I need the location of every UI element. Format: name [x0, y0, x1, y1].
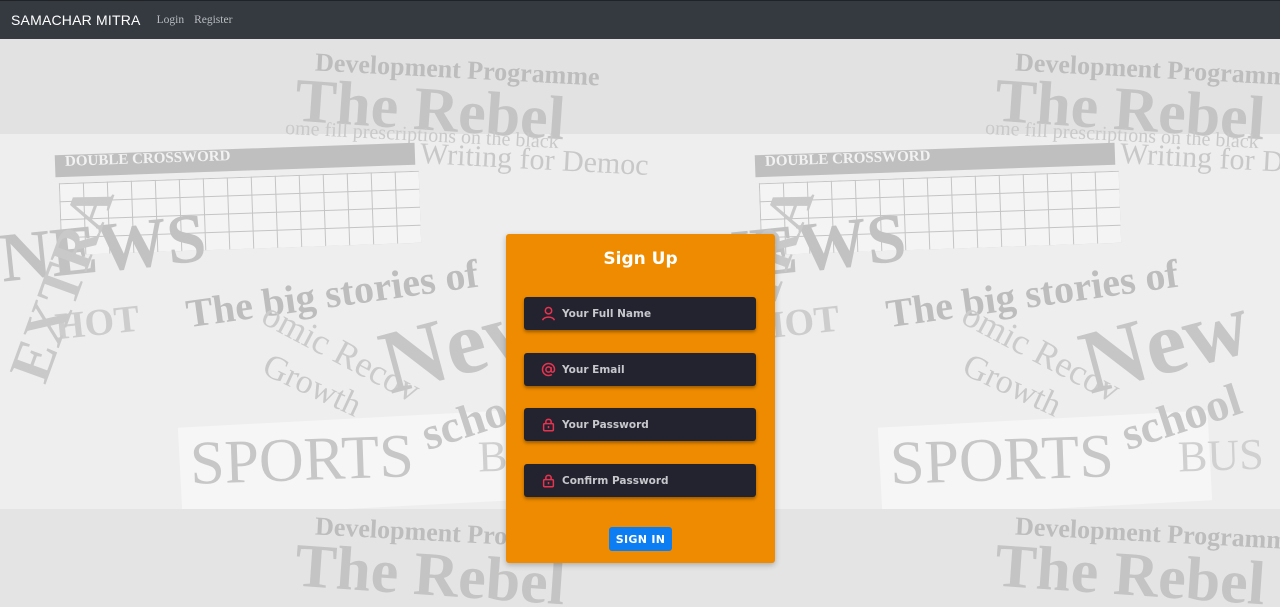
user-icon: [540, 306, 556, 322]
confirm-password-input[interactable]: [562, 474, 742, 487]
nav-login-link[interactable]: Login: [157, 14, 184, 26]
signup-title: Sign Up: [603, 249, 678, 269]
password-field[interactable]: [524, 408, 756, 441]
lock-icon: [540, 473, 556, 489]
background-headline: Writing for Democ: [1119, 137, 1280, 182]
email-input[interactable]: [562, 363, 742, 376]
background-headline: SPORTS: [888, 422, 1115, 498]
sign-in-button[interactable]: SIGN IN: [609, 527, 672, 551]
top-navbar: SAMACHAR MITRA Login Register: [0, 0, 1280, 39]
brand-logo-text[interactable]: SAMACHAR MITRA: [11, 12, 141, 28]
nav-register-link[interactable]: Register: [194, 14, 232, 26]
background-headline: Writing for Democ: [419, 137, 650, 182]
background-headline: SPORTS: [188, 422, 415, 498]
signup-form-card: Sign Up Your Full Name Your Email SIGN I…: [506, 234, 775, 563]
background-tile: Development Programme The Rebel ome fill…: [700, 39, 1280, 607]
email-field[interactable]: [524, 353, 756, 386]
full-name-field[interactable]: [524, 297, 756, 330]
lock-icon: [540, 417, 556, 433]
password-input[interactable]: [562, 418, 742, 431]
at-icon: [540, 362, 556, 378]
confirm-password-field[interactable]: [524, 464, 756, 497]
full-name-input[interactable]: [562, 307, 742, 320]
